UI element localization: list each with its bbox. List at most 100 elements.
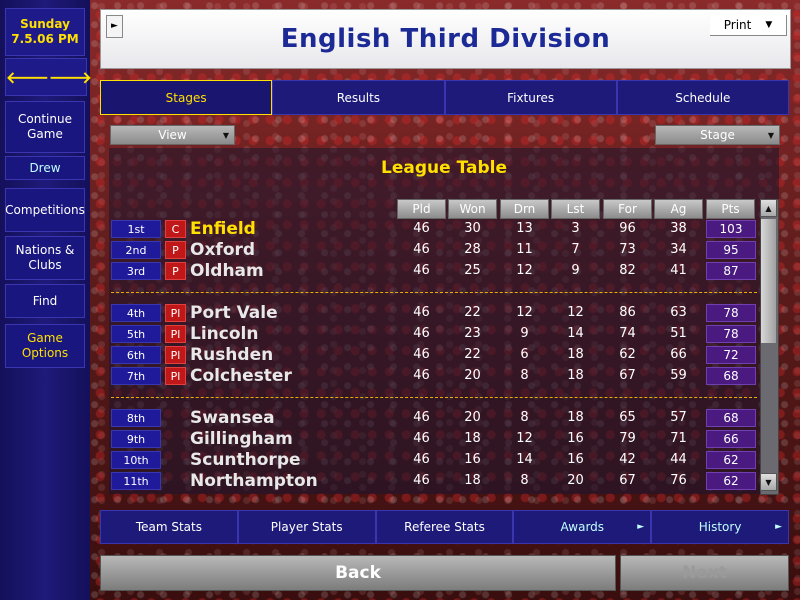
position-cell: 4th <box>111 304 161 322</box>
stat-drn: 8 <box>520 473 529 488</box>
team-name[interactable]: Northampton <box>190 471 318 491</box>
stat-pts: 62 <box>706 451 756 469</box>
tab-label: Player Stats <box>270 520 343 534</box>
stat-drn: 9 <box>520 326 529 341</box>
team-name[interactable]: Lincoln <box>190 324 258 344</box>
sidebar-item-competitions[interactable]: Competitions <box>5 188 85 232</box>
team-name[interactable]: Gillingham <box>190 429 293 449</box>
team-name[interactable]: Oxford <box>190 240 255 260</box>
team-name[interactable]: Scunthorpe <box>190 450 301 470</box>
chevron-down-icon: ▼ <box>765 20 773 30</box>
team-name[interactable]: Colchester <box>190 366 292 386</box>
view-dropdown-label: View <box>158 128 187 142</box>
back-arrow-icon[interactable]: 🡐 <box>6 67 49 87</box>
tab-team-stats[interactable]: Team Stats <box>100 510 238 544</box>
promotion-divider <box>111 292 757 293</box>
print-label: Print <box>723 18 752 32</box>
stat-lst: 3 <box>571 221 580 236</box>
tab-history[interactable]: History ► <box>651 510 789 544</box>
column-header-lst[interactable]: Lst <box>551 199 600 219</box>
stat-for: 96 <box>619 221 636 236</box>
playoff-divider <box>111 397 757 398</box>
print-button[interactable]: Print ▼ <box>710 15 787 36</box>
back-button[interactable]: Back <box>100 555 616 591</box>
stat-for: 74 <box>619 326 636 341</box>
column-header-pld[interactable]: Pld <box>397 199 446 219</box>
stat-pld: 46 <box>413 347 430 362</box>
position-cell: 11th <box>111 472 161 490</box>
scroll-up-icon[interactable]: ▲ <box>760 199 777 217</box>
team-name[interactable]: Enfield <box>190 219 256 239</box>
stat-won: 16 <box>464 452 481 467</box>
scroll-down-icon[interactable]: ▼ <box>760 473 777 491</box>
qualification-badge: Pl <box>165 367 186 385</box>
stat-lst: 18 <box>567 347 584 362</box>
tab-awards[interactable]: Awards ► <box>513 510 652 544</box>
stage-dropdown[interactable]: Stage ▼ <box>655 125 780 145</box>
tab-label: Fixtures <box>507 90 555 105</box>
position-cell: 7th <box>111 367 161 385</box>
stat-pts: 103 <box>706 220 756 238</box>
sidebar-item-manager[interactable]: Drew <box>5 156 85 180</box>
stat-won: 25 <box>464 263 481 278</box>
position-cell: 1st <box>111 220 161 238</box>
stat-pld: 46 <box>413 263 430 278</box>
stat-ag: 71 <box>670 431 687 446</box>
scrollbar-thumb[interactable] <box>761 219 776 343</box>
stat-drn: 12 <box>516 305 533 320</box>
stat-won: 28 <box>464 242 481 257</box>
column-header-pts[interactable]: Pts <box>706 199 755 219</box>
column-header-drn[interactable]: Drn <box>500 199 549 219</box>
position-cell: 5th <box>111 325 161 343</box>
team-name[interactable]: Swansea <box>190 408 275 428</box>
forward-arrow-icon[interactable]: 🡒 <box>49 67 92 87</box>
tab-referee-stats[interactable]: Referee Stats <box>375 510 514 544</box>
stat-pld: 46 <box>413 326 430 341</box>
stat-won: 18 <box>464 473 481 488</box>
team-name[interactable]: Port Vale <box>190 303 278 323</box>
current-date[interactable]: Sunday 7.5.06 PM <box>5 8 85 56</box>
tab-schedule[interactable]: Schedule <box>616 80 789 115</box>
stat-ag: 41 <box>670 263 687 278</box>
stat-lst: 18 <box>567 368 584 383</box>
stat-pld: 46 <box>413 368 430 383</box>
column-header-won[interactable]: Won <box>448 199 497 219</box>
stat-pld: 46 <box>413 410 430 425</box>
bottom-tabs: Team Stats Player Stats Referee Stats Aw… <box>100 510 789 544</box>
tab-fixtures[interactable]: Fixtures <box>444 80 617 115</box>
stat-drn: 13 <box>516 221 533 236</box>
stat-ag: 76 <box>670 473 687 488</box>
sidebar-item-game-options[interactable]: Game Options <box>5 324 85 368</box>
table-title: League Table <box>381 158 507 178</box>
next-button[interactable]: Next <box>620 555 789 591</box>
back-label: Back <box>335 563 381 583</box>
stat-for: 42 <box>619 452 636 467</box>
top-tabs: Stages Results Fixtures Schedule <box>100 80 789 115</box>
position-cell: 10th <box>111 451 161 469</box>
sidebar-item-find[interactable]: Find <box>5 284 85 318</box>
stat-pts: 68 <box>706 367 756 385</box>
stat-drn: 8 <box>520 368 529 383</box>
column-header-ag[interactable]: Ag <box>654 199 703 219</box>
stat-ag: 44 <box>670 452 687 467</box>
tab-player-stats[interactable]: Player Stats <box>237 510 376 544</box>
sidebar-item-continue-game[interactable]: Continue Game <box>5 101 85 153</box>
stat-won: 20 <box>464 368 481 383</box>
team-name[interactable]: Oldham <box>190 261 264 281</box>
stat-drn: 12 <box>516 263 533 278</box>
tab-stages[interactable]: Stages <box>100 80 273 115</box>
date-time: 7.5.06 PM <box>11 32 79 46</box>
stat-won: 23 <box>464 326 481 341</box>
view-dropdown[interactable]: View ▼ <box>110 125 235 145</box>
sidebar: Sunday 7.5.06 PM 🡐 🡒 Continue Game Drew … <box>0 0 92 600</box>
tab-label: Team Stats <box>135 520 202 534</box>
next-label: Next <box>682 563 727 583</box>
stat-drn: 11 <box>516 242 533 257</box>
tab-results[interactable]: Results <box>272 80 445 115</box>
column-header-for[interactable]: For <box>603 199 652 219</box>
team-name[interactable]: Rushden <box>190 345 273 365</box>
position-cell: 8th <box>111 409 161 427</box>
sidebar-item-nations-clubs[interactable]: Nations & Clubs <box>5 236 85 280</box>
stat-ag: 63 <box>670 305 687 320</box>
sidebar-item-label: Find <box>32 293 58 308</box>
